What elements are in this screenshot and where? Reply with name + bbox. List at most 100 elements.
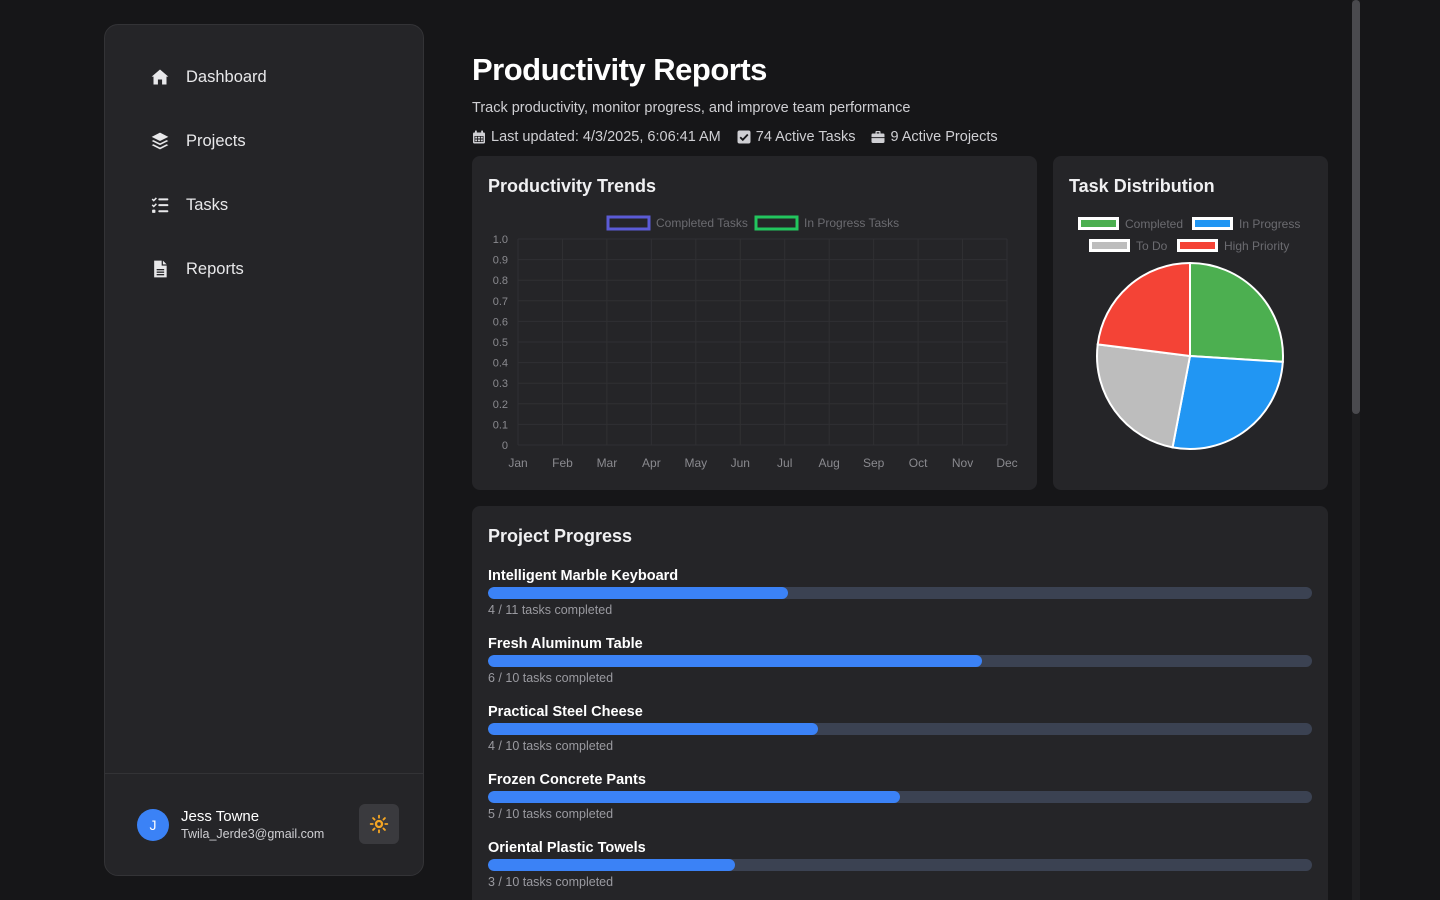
project-item: Fresh Aluminum Table 6 / 10 tasks complet… (488, 636, 1312, 685)
legend-label: To Do (1136, 239, 1168, 253)
y-tick-label: 0.5 (493, 337, 508, 349)
progress-bar (488, 859, 1312, 871)
x-tick-label: Dec (996, 456, 1017, 470)
progress-bar-fill (488, 723, 818, 735)
progress-bar-fill (488, 859, 736, 871)
sidebar-item-projects[interactable]: Projects (105, 109, 423, 173)
sidebar-item-dashboard[interactable]: Dashboard (105, 45, 423, 109)
progress-bar (488, 655, 1312, 667)
y-tick-label: 0.3 (493, 378, 508, 390)
active-projects-text: 9 Active Projects (890, 129, 998, 145)
project-item: Practical Steel Cheese 4 / 10 tasks compl… (488, 704, 1312, 753)
sidebar-item-label: Tasks (186, 195, 229, 214)
calendar-icon (473, 130, 485, 144)
briefcase-icon (871, 131, 885, 143)
page-subtitle: Track productivity, monitor progress, an… (472, 100, 911, 116)
card-title: Project Progress (488, 526, 633, 546)
y-tick-label: 1.0 (493, 234, 508, 246)
x-tick-label: Nov (952, 456, 973, 470)
user-name: Jess Towne (181, 808, 260, 825)
meta-bar: Last updated: 4/3/2025, 6:06:41 AM 74 Ac… (472, 129, 1014, 145)
x-tick-label: Mar (597, 456, 618, 470)
sidebar-item-reports[interactable]: Reports (105, 237, 423, 301)
sidebar-item-tasks[interactable]: Tasks (105, 173, 423, 237)
task-distribution-pie-chart: Completed In Progress To Do High Priority (1078, 217, 1300, 450)
user-info: Jess Towne Twila_Jerde3@gmail.com (181, 808, 324, 841)
progress-bar-fill (488, 655, 983, 667)
active-projects: 9 Active Projects (871, 129, 998, 145)
legend-label: Completed (1125, 217, 1183, 231)
legend-swatch (1177, 239, 1218, 252)
progress-bar (488, 791, 1312, 803)
last-updated: Last updated: 4/3/2025, 6:06:41 AM (472, 129, 721, 145)
active-tasks: 74 Active Tasks (737, 129, 856, 145)
x-tick-label: May (684, 456, 707, 470)
layers-icon (149, 130, 171, 152)
user-email: Twila_Jerde3@gmail.com (181, 827, 325, 841)
project-task-count: 6 / 10 tasks completed (488, 671, 614, 685)
x-tick-label: Feb (552, 456, 573, 470)
productivity-line-chart: Completed Tasks In Progress Tasks 0 0.1 0.2 0… (493, 215, 1018, 470)
legend-swatch (754, 215, 799, 231)
project-task-count: 3 / 10 tasks completed (488, 875, 614, 889)
checkbox-icon (737, 130, 751, 144)
progress-bar-fill (488, 587, 788, 599)
legend-swatch (1089, 239, 1130, 252)
scrollbar-thumb[interactable] (1352, 0, 1360, 414)
progress-bar (488, 723, 1312, 735)
sidebar-item-label: Projects (186, 131, 246, 150)
legend-label: In Progress (1239, 217, 1300, 231)
x-tick-label: Apr (642, 456, 661, 470)
sun-icon (369, 814, 389, 834)
last-updated-text: Last updated: 4/3/2025, 6:06:41 AM (491, 129, 721, 145)
project-progress-card: Project Progress Intelligent Marble Keyb… (472, 506, 1328, 900)
app: Dashboard Projects Tasks Reports J Jess … (0, 0, 1440, 900)
task-distribution-card: Task Distribution Completed In Progress To… (1053, 156, 1328, 490)
project-name: Oriental Plastic Towels (488, 840, 646, 856)
pie-slice (1096, 343, 1192, 449)
y-tick-label: 0.1 (493, 419, 508, 431)
x-tick-label: Aug (819, 456, 840, 470)
sidebar-item-label: Dashboard (186, 67, 267, 86)
project-name: Practical Steel Cheese (488, 704, 643, 720)
project-item: Frozen Concrete Pants 5 / 10 tasks comple… (488, 772, 1312, 821)
project-task-count: 5 / 10 tasks completed (488, 807, 614, 821)
x-tick-label: Jun (731, 456, 750, 470)
pie-slice (1171, 354, 1284, 450)
x-tick-label: Sep (863, 456, 885, 470)
active-tasks-text: 74 Active Tasks (755, 129, 856, 145)
page-title: Productivity Reports (472, 52, 767, 87)
project-item: Intelligent Marble Keyboard 4 / 11 tasks … (488, 568, 1312, 617)
sidebar-nav: Dashboard Projects Tasks Reports (105, 25, 423, 301)
task-list-icon (149, 194, 171, 216)
y-tick-label: 0.2 (493, 399, 508, 411)
legend-swatch (1078, 217, 1119, 230)
home-icon (149, 66, 171, 88)
project-name: Fresh Aluminum Table (488, 636, 643, 652)
project-item: Oriental Plastic Towels 3 / 10 tasks comp… (488, 840, 1312, 889)
y-tick-label: 0.7 (493, 296, 508, 308)
y-tick-label: 0.6 (493, 316, 508, 328)
x-tick-label: Jul (777, 456, 792, 470)
productivity-trends-card: Productivity Trends Completed Tasks In Pr… (472, 156, 1037, 490)
user-panel: J Jess Towne Twila_Jerde3@gmail.com (105, 773, 423, 875)
theme-toggle-button[interactable] (359, 804, 399, 844)
y-tick-label: 0 (502, 440, 508, 452)
progress-bar-fill (488, 791, 900, 803)
x-tick-label: Oct (909, 456, 928, 470)
avatar[interactable]: J (137, 808, 169, 841)
project-task-count: 4 / 11 tasks completed (488, 603, 613, 617)
y-tick-label: 0.8 (493, 275, 508, 287)
legend-swatch (606, 215, 651, 231)
progress-bar (488, 587, 1312, 599)
sidebar: Dashboard Projects Tasks Reports J Jess … (104, 24, 424, 876)
project-name: Frozen Concrete Pants (488, 772, 646, 788)
sidebar-item-label: Reports (186, 259, 244, 278)
legend-swatch (1192, 217, 1233, 230)
project-name: Intelligent Marble Keyboard (488, 568, 679, 584)
document-icon (149, 258, 171, 280)
legend-label: Completed Tasks (656, 216, 748, 230)
y-tick-label: 0.9 (493, 255, 508, 267)
project-task-count: 4 / 10 tasks completed (488, 739, 614, 753)
pie-slice (1189, 261, 1284, 363)
